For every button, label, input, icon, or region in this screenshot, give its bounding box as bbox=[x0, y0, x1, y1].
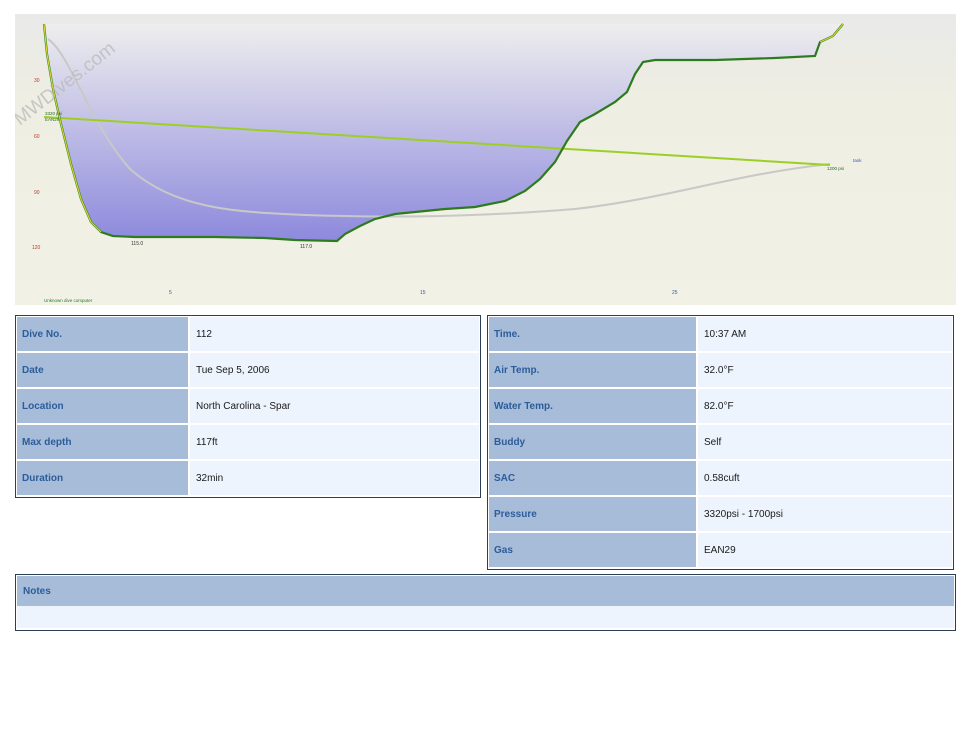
pressure-row: Pressure 3320psi - 1700psi bbox=[489, 497, 952, 533]
sac-value: 0.58cuft bbox=[698, 461, 952, 497]
buddy-label: Buddy bbox=[489, 425, 698, 461]
duration-value: 32min bbox=[190, 461, 479, 497]
date-row: Date Tue Sep 5, 2006 bbox=[17, 353, 479, 389]
start-pressure-label: 3320 psi bbox=[45, 111, 62, 116]
time-row: Time. 10:37 AM bbox=[489, 317, 952, 353]
depth-tick-60: 60 bbox=[34, 134, 40, 140]
gas-row: Gas EAN29 bbox=[489, 533, 952, 569]
notes-section: Notes bbox=[15, 574, 956, 631]
depth-tick-30: 30 bbox=[34, 78, 40, 84]
air-temp-label: Air Temp. bbox=[489, 353, 698, 389]
dive-details-left-table: Dive No. 112 Date Tue Sep 5, 2006 Locati… bbox=[15, 315, 481, 498]
depth-tick-120: 120 bbox=[32, 245, 41, 251]
notes-header: Notes bbox=[17, 576, 954, 606]
date-value: Tue Sep 5, 2006 bbox=[190, 353, 479, 389]
max-depth-value: 117ft bbox=[190, 425, 479, 461]
depth-tick-90: 90 bbox=[34, 190, 40, 196]
max-depth-label-2: 117.0 bbox=[300, 244, 312, 250]
end-pressure-label: 1200 psi bbox=[827, 166, 844, 171]
max-depth-label: Max depth bbox=[17, 425, 190, 461]
air-temp-row: Air Temp. 32.0°F bbox=[489, 353, 952, 389]
duration-label: Duration bbox=[17, 461, 190, 497]
time-tick-25: 25 bbox=[672, 290, 678, 296]
location-row: Location North Carolina - Spar bbox=[17, 389, 479, 425]
water-temp-row: Water Temp. 82.0°F bbox=[489, 389, 952, 425]
end-gas-label: tank bbox=[853, 158, 862, 163]
time-tick-15: 15 bbox=[420, 290, 426, 296]
dive-details-right-table: Time. 10:37 AM Air Temp. 32.0°F Water Te… bbox=[487, 315, 954, 570]
gas-value: EAN29 bbox=[698, 533, 952, 569]
buddy-value: Self bbox=[698, 425, 952, 461]
max-depth-row: Max depth 117ft bbox=[17, 425, 479, 461]
location-label: Location bbox=[17, 389, 190, 425]
pressure-label: Pressure bbox=[489, 497, 698, 533]
pressure-value: 3320psi - 1700psi bbox=[698, 497, 952, 533]
water-temp-value: 82.0°F bbox=[698, 389, 952, 425]
notes-body bbox=[17, 606, 954, 628]
location-value: North Carolina - Spar bbox=[190, 389, 479, 425]
dive-computer-label: Unknown dive computer bbox=[44, 298, 93, 303]
start-gas-label: EAN29 bbox=[45, 117, 60, 122]
dive-number-row: Dive No. 112 bbox=[17, 317, 479, 353]
sac-row: SAC 0.58cuft bbox=[489, 461, 952, 497]
dive-profile-svg: 30 60 90 120 5 15 25 3320 psi EAN29 tank… bbox=[15, 14, 956, 305]
dive-profile-chart: 30 60 90 120 5 15 25 3320 psi EAN29 tank… bbox=[15, 14, 956, 305]
duration-row: Duration 32min bbox=[17, 461, 479, 497]
buddy-row: Buddy Self bbox=[489, 425, 952, 461]
water-temp-label: Water Temp. bbox=[489, 389, 698, 425]
max-depth-label-1: 115.0 bbox=[131, 241, 143, 247]
time-tick-5: 5 bbox=[169, 290, 172, 296]
sac-label: SAC bbox=[489, 461, 698, 497]
gas-label: Gas bbox=[489, 533, 698, 569]
time-label: Time. bbox=[489, 317, 698, 353]
dive-number-label: Dive No. bbox=[17, 317, 190, 353]
air-temp-value: 32.0°F bbox=[698, 353, 952, 389]
dive-number-value: 112 bbox=[190, 317, 479, 353]
date-label: Date bbox=[17, 353, 190, 389]
time-value: 10:37 AM bbox=[698, 317, 952, 353]
